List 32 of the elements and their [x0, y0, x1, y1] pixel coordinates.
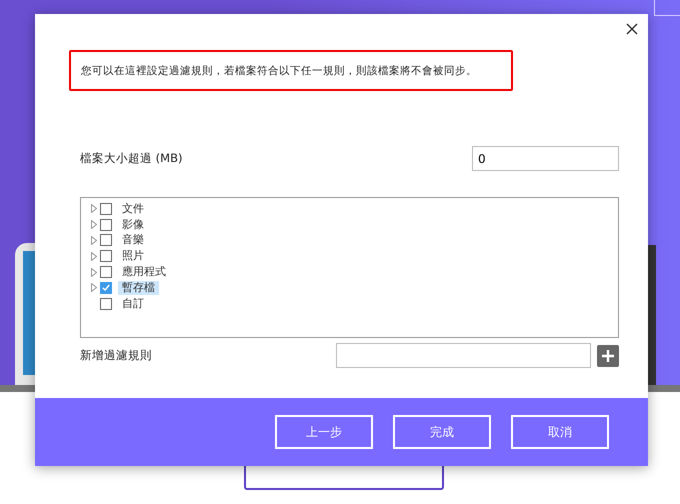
- notice-text: 您可以在這裡設定過濾規則，若檔案符合以下任一規則，則該檔案將不會被同步。: [81, 64, 477, 78]
- category-item[interactable]: 自訂: [118, 296, 148, 311]
- expand-icon[interactable]: [91, 252, 97, 261]
- footer-button[interactable]: 取消: [511, 415, 609, 449]
- plus-icon: [601, 348, 615, 362]
- category-item[interactable]: 音樂: [118, 233, 148, 248]
- category-item[interactable]: 影像: [118, 218, 148, 232]
- expand-icon[interactable]: [91, 268, 97, 277]
- category-item[interactable]: 照片: [118, 249, 148, 264]
- checkbox[interactable]: [100, 202, 112, 215]
- size-label: 檔案大小超過 (MB): [80, 151, 182, 166]
- checkbox[interactable]: [100, 218, 112, 231]
- footer-button[interactable]: 上一步: [275, 415, 373, 449]
- category-item[interactable]: 應用程式: [118, 265, 170, 280]
- new-rule-label: 新增過濾規則: [80, 348, 153, 363]
- category-item[interactable]: 文件: [118, 202, 148, 216]
- expand-icon[interactable]: [91, 236, 97, 245]
- window-corner: [654, 0, 680, 16]
- category-item[interactable]: 暫存檔: [118, 280, 159, 295]
- footer-button[interactable]: 完成: [393, 415, 491, 449]
- checkbox[interactable]: [100, 282, 112, 294]
- add-button[interactable]: [597, 344, 619, 366]
- checkbox[interactable]: [100, 266, 112, 278]
- rule-field[interactable]: [336, 343, 591, 368]
- expand-icon[interactable]: [91, 220, 97, 230]
- size-field[interactable]: 0: [472, 146, 619, 171]
- checkbox[interactable]: [100, 298, 112, 310]
- close-icon[interactable]: [624, 21, 640, 37]
- checkbox[interactable]: [100, 250, 112, 262]
- expand-icon[interactable]: [91, 283, 97, 292]
- expand-icon[interactable]: [91, 204, 97, 214]
- checkbox[interactable]: [100, 234, 112, 246]
